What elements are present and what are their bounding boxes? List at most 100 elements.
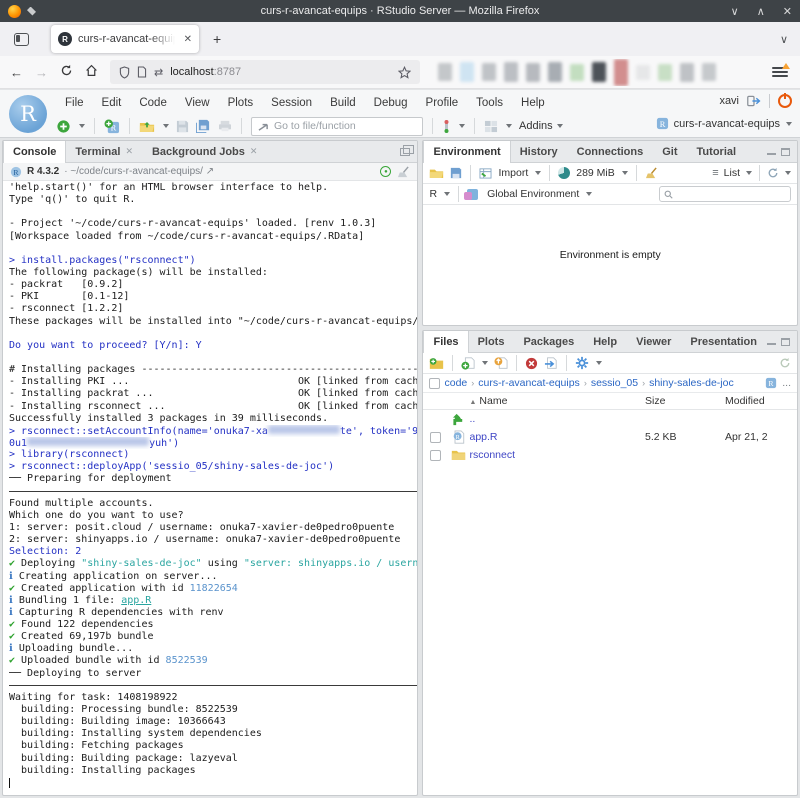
bookmark-icon[interactable] [504, 62, 518, 82]
open-file-icon[interactable] [139, 120, 155, 133]
menu-profile[interactable]: Profile [417, 97, 468, 109]
maximize-pane-icon[interactable] [781, 338, 790, 346]
window-close-button[interactable]: ✕ [783, 5, 792, 18]
page-icon[interactable] [137, 66, 147, 78]
list-view-label[interactable]: List [724, 167, 740, 179]
upload-icon[interactable] [494, 357, 508, 370]
new-file-caret-icon[interactable] [482, 361, 488, 365]
new-file-caret-icon[interactable] [79, 124, 85, 128]
bookmark-icon[interactable] [592, 62, 606, 82]
bookmark-star-icon[interactable] [398, 66, 411, 79]
delete-file-icon[interactable] [525, 357, 538, 370]
column-modified[interactable]: Modified [725, 395, 797, 407]
more-caret-icon[interactable] [596, 361, 602, 365]
bookmark-icon[interactable] [460, 62, 474, 82]
breadcrumb-shiny-sales-de-joc[interactable]: shiny-sales-de-joc [649, 377, 734, 389]
menu-file[interactable]: File [56, 97, 93, 109]
downloads-menu-icon[interactable] [772, 67, 788, 77]
new-project-icon[interactable]: R [104, 119, 120, 134]
minimize-pane-icon[interactable] [767, 338, 776, 345]
new-tab-button[interactable]: + [213, 31, 221, 47]
connection-icon[interactable]: ⇄ [154, 66, 163, 79]
menu-build[interactable]: Build [321, 97, 365, 109]
language-selector[interactable]: R [429, 188, 437, 200]
restore-panes-icon[interactable] [400, 148, 410, 156]
menu-code[interactable]: Code [130, 97, 176, 109]
goto-file-input[interactable]: Go to file/function [251, 117, 423, 136]
sign-out-icon[interactable] [747, 95, 761, 107]
list-all-tabs-icon[interactable]: ∨ [780, 33, 788, 46]
bookmark-icon[interactable] [680, 63, 694, 82]
bookmark-icon[interactable] [636, 65, 650, 80]
url-text[interactable]: localhost:8787 [170, 66, 391, 78]
file-row-rsconnect[interactable]: rsconnect [423, 446, 797, 464]
session-status-icon[interactable]: ● [380, 166, 391, 177]
files-tab-help[interactable]: Help [584, 331, 627, 352]
bookmark-icon[interactable] [658, 64, 672, 81]
files-tab-plots[interactable]: Plots [469, 331, 515, 352]
reload-button[interactable] [60, 64, 73, 80]
file-row-[interactable]: .. [423, 410, 797, 428]
files-tab-presentation[interactable]: Presentation [681, 331, 767, 352]
menu-session[interactable]: Session [262, 97, 321, 109]
new-blank-file-icon[interactable] [461, 356, 475, 370]
memory-caret-icon[interactable] [622, 171, 628, 175]
bookmark-icon[interactable] [548, 62, 562, 82]
select-all-checkbox[interactable] [429, 378, 440, 389]
file-checkbox[interactable] [430, 450, 441, 461]
project-menu[interactable]: R curs-r-avancat-equips [656, 117, 792, 130]
files-tab-packages[interactable]: Packages [514, 331, 584, 352]
environment-tab-tutorial[interactable]: Tutorial [688, 141, 747, 162]
save-all-icon[interactable] [196, 119, 211, 133]
firefox-view-icon[interactable] [14, 33, 29, 46]
console-tab-console[interactable]: Console [3, 141, 66, 163]
tab-close-icon[interactable]: ✕ [125, 146, 133, 157]
addins-menu[interactable]: Addins [519, 120, 563, 132]
workspace-panes-icon[interactable] [484, 120, 498, 133]
menu-edit[interactable]: Edit [93, 97, 131, 109]
more-file-commands-icon[interactable] [575, 356, 589, 370]
breadcrumb-code[interactable]: code [444, 377, 467, 389]
environment-search-input[interactable] [659, 186, 791, 202]
rename-file-icon[interactable] [544, 357, 558, 370]
files-tab-viewer[interactable]: Viewer [627, 331, 681, 352]
scope-caret-icon[interactable] [586, 192, 592, 196]
list-caret-icon[interactable] [746, 171, 752, 175]
refresh-environment-icon[interactable] [767, 167, 779, 179]
shield-icon[interactable] [119, 66, 130, 79]
home-button[interactable] [85, 64, 98, 80]
language-caret-icon[interactable] [444, 192, 450, 196]
breadcrumb-curs-r-avancat-equips[interactable]: curs-r-avancat-equips [478, 377, 580, 389]
breadcrumb-sessio_05[interactable]: sessio_05 [591, 377, 638, 389]
refresh-files-icon[interactable] [779, 357, 791, 369]
version-control-icon[interactable] [442, 119, 451, 134]
import-caret-icon[interactable] [535, 171, 541, 175]
bookmark-icon[interactable] [526, 63, 540, 82]
file-name[interactable]: app.R [469, 431, 645, 443]
environment-tab-connections[interactable]: Connections [568, 141, 654, 162]
bookmark-icon[interactable] [570, 64, 584, 81]
menu-help[interactable]: Help [512, 97, 554, 109]
minimize-pane-icon[interactable] [767, 148, 776, 155]
clear-environment-icon[interactable] [645, 167, 658, 179]
file-row-appR[interactable]: Rapp.R5.2 KBApr 21, 2 [423, 428, 797, 446]
bookmark-icon[interactable] [614, 59, 628, 86]
menu-plots[interactable]: Plots [219, 97, 263, 109]
tab-close-icon[interactable]: ✕ [184, 34, 192, 45]
console-tab-terminal[interactable]: Terminal✕ [66, 141, 143, 162]
environment-tab-git[interactable]: Git [653, 141, 687, 162]
environment-tab-history[interactable]: History [511, 141, 568, 162]
import-dataset-icon[interactable] [479, 167, 492, 179]
column-name[interactable]: ▲Name [469, 395, 645, 407]
files-tab-files[interactable]: Files [423, 331, 468, 353]
menu-view[interactable]: View [176, 97, 219, 109]
quit-session-icon[interactable] [778, 94, 792, 108]
menu-debug[interactable]: Debug [365, 97, 417, 109]
version-control-caret-icon[interactable] [459, 124, 465, 128]
breadcrumb-more-button[interactable]: ... [782, 377, 791, 389]
menu-tools[interactable]: Tools [467, 97, 512, 109]
new-folder-icon[interactable] [429, 357, 444, 370]
console-tab-background-jobs[interactable]: Background Jobs✕ [143, 141, 267, 162]
file-name[interactable]: rsconnect [469, 449, 645, 461]
maximize-pane-icon[interactable] [781, 148, 790, 156]
